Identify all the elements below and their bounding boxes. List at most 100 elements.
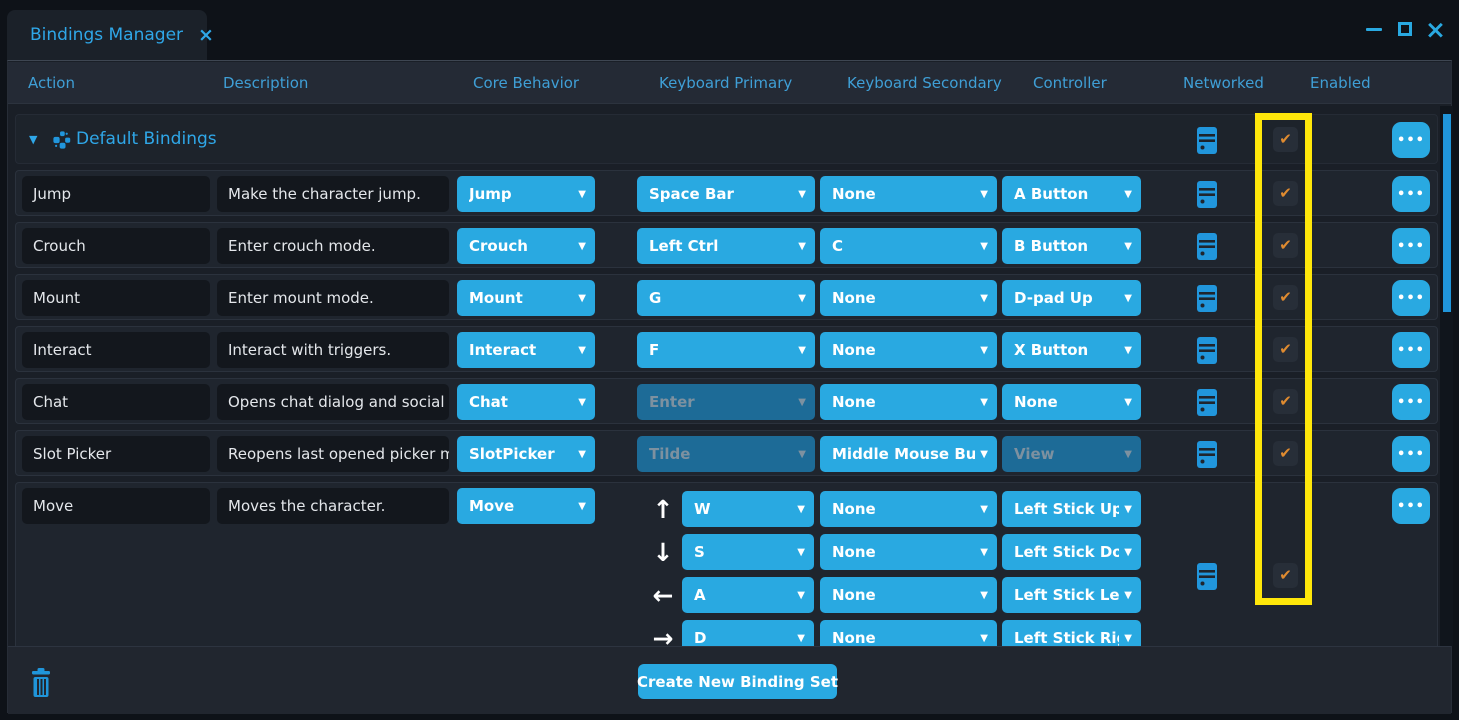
titlebar: Bindings Manager × × <box>0 0 1459 60</box>
description-field[interactable]: Enter mount mode. <box>217 280 449 316</box>
controller-dropdown[interactable]: View ▼ <box>1002 436 1141 472</box>
core-behavior-dropdown[interactable]: SlotPicker ▼ <box>457 436 595 472</box>
keyboard-secondary-dropdown[interactable]: None ▼ <box>820 384 997 420</box>
core-behavior-dropdown[interactable]: Interact ▼ <box>457 332 595 368</box>
controller-dropdown[interactable]: D-pad Up ▼ <box>1002 280 1141 316</box>
axis-key-dropdown[interactable]: D ▼ <box>682 620 814 646</box>
axis-secondary-dropdown[interactable]: None ▼ <box>820 577 997 613</box>
action-field[interactable]: Jump <box>22 176 210 212</box>
ellipsis-icon: ••• <box>1397 396 1425 409</box>
window-close-button[interactable]: × <box>1427 21 1444 38</box>
networked-server-icon[interactable] <box>1197 441 1217 468</box>
window-maximize-button[interactable] <box>1396 21 1413 38</box>
networked-server-icon[interactable] <box>1197 337 1217 364</box>
core-behavior-dropdown[interactable]: Crouch ▼ <box>457 228 595 264</box>
axis-controller-dropdown[interactable]: Left Stick Down ▼ <box>1002 534 1141 570</box>
keyboard-primary-dropdown[interactable]: F ▼ <box>637 332 815 368</box>
chevron-down-icon: ▼ <box>1124 590 1132 601</box>
controller-dropdown[interactable]: X Button ▼ <box>1002 332 1141 368</box>
keyboard-primary-dropdown[interactable]: Space Bar ▼ <box>637 176 815 212</box>
keyboard-primary-dropdown[interactable]: Left Ctrl ▼ <box>637 228 815 264</box>
dropdown-value: Enter <box>649 393 793 411</box>
axis-controller-dropdown[interactable]: Left Stick Left ▼ <box>1002 577 1141 613</box>
description-field[interactable]: Opens chat dialog and social me <box>217 384 449 420</box>
networked-server-icon[interactable] <box>1197 181 1217 208</box>
row-menu-button[interactable]: ••• <box>1392 384 1430 420</box>
description-field[interactable]: Interact with triggers. <box>217 332 449 368</box>
chevron-down-icon: ▼ <box>578 241 586 252</box>
controller-dropdown[interactable]: None ▼ <box>1002 384 1141 420</box>
dropdown-value: None <box>832 629 975 646</box>
keyboard-secondary-dropdown[interactable]: Middle Mouse Button ▼ <box>820 436 997 472</box>
enabled-checkbox[interactable]: ✔ <box>1273 285 1298 310</box>
keyboard-primary-dropdown[interactable]: Enter ▼ <box>637 384 815 420</box>
group-expand-icon[interactable]: ▼ <box>29 115 37 163</box>
column-header-enabled: Enabled <box>1310 62 1371 104</box>
enabled-checkbox[interactable]: ✔ <box>1273 389 1298 414</box>
row-menu-button[interactable]: ••• <box>1392 332 1430 368</box>
keyboard-secondary-dropdown[interactable]: None ▼ <box>820 332 997 368</box>
keyboard-primary-dropdown[interactable]: Tilde ▼ <box>637 436 815 472</box>
row-menu-button[interactable]: ••• <box>1392 122 1430 158</box>
group-row-default-bindings[interactable]: ▼ Default Bindings ✔ <box>15 114 1438 164</box>
enabled-checkbox[interactable]: ✔ <box>1273 181 1298 206</box>
chevron-down-icon: ▼ <box>1124 397 1132 408</box>
chevron-down-icon: ▼ <box>1124 241 1132 252</box>
vertical-scrollbar[interactable] <box>1440 106 1453 646</box>
core-behavior-dropdown[interactable]: Jump ▼ <box>457 176 595 212</box>
window-minimize-button[interactable] <box>1365 21 1382 38</box>
chevron-down-icon: ▼ <box>797 633 805 644</box>
action-field[interactable]: Crouch <box>22 228 210 264</box>
keyboard-secondary-dropdown[interactable]: None ▼ <box>820 176 997 212</box>
keyboard-secondary-dropdown[interactable]: None ▼ <box>820 280 997 316</box>
keyboard-secondary-dropdown[interactable]: C ▼ <box>820 228 997 264</box>
row-menu-button[interactable]: ••• <box>1392 176 1430 212</box>
axis-secondary-dropdown[interactable]: None ▼ <box>820 620 997 646</box>
axis-secondary-dropdown[interactable]: None ▼ <box>820 491 997 527</box>
axis-key-dropdown[interactable]: S ▼ <box>682 534 814 570</box>
column-header-controller: Controller <box>1033 62 1107 104</box>
enabled-checkbox[interactable]: ✔ <box>1273 127 1298 152</box>
dropdown-value: Left Ctrl <box>649 237 793 255</box>
keyboard-primary-dropdown[interactable]: G ▼ <box>637 280 815 316</box>
axis-controller-dropdown[interactable]: Left Stick Up ▼ <box>1002 491 1141 527</box>
networked-server-icon[interactable] <box>1197 233 1217 260</box>
action-field[interactable]: Interact <box>22 332 210 368</box>
controller-dropdown[interactable]: B Button ▼ <box>1002 228 1141 264</box>
action-field[interactable]: Slot Picker <box>22 436 210 472</box>
scrollbar-thumb[interactable] <box>1443 114 1451 312</box>
description-field[interactable]: Reopens last opened picker mer <box>217 436 449 472</box>
delete-binding-set-button[interactable] <box>28 668 54 698</box>
ellipsis-icon: ••• <box>1397 448 1425 461</box>
action-field[interactable]: Chat <box>22 384 210 420</box>
networked-server-icon[interactable] <box>1197 389 1217 416</box>
enabled-checkbox[interactable]: ✔ <box>1273 441 1298 466</box>
description-field[interactable]: Make the character jump. <box>217 176 449 212</box>
networked-server-icon[interactable] <box>1197 285 1217 312</box>
controller-dropdown[interactable]: A Button ▼ <box>1002 176 1141 212</box>
core-behavior-dropdown[interactable]: Chat ▼ <box>457 384 595 420</box>
enabled-checkbox[interactable]: ✔ <box>1273 337 1298 362</box>
description-field[interactable]: Enter crouch mode. <box>217 228 449 264</box>
row-menu-button[interactable]: ••• <box>1392 228 1430 264</box>
axis-controller-dropdown[interactable]: Left Stick Right ▼ <box>1002 620 1141 646</box>
tab-close-icon[interactable]: × <box>198 26 214 45</box>
core-behavior-dropdown[interactable]: Mount ▼ <box>457 280 595 316</box>
chevron-down-icon: ▼ <box>1124 345 1132 356</box>
networked-server-icon[interactable] <box>1197 563 1217 590</box>
axis-secondary-dropdown[interactable]: None ▼ <box>820 534 997 570</box>
axis-key-dropdown[interactable]: W ▼ <box>682 491 814 527</box>
axis-key-dropdown[interactable]: A ▼ <box>682 577 814 613</box>
binding-row: Jump Make the character jump. Jump ▼ Spa… <box>15 170 1438 216</box>
direction-arrow-icon: ← <box>648 577 678 613</box>
chevron-down-icon: ▼ <box>1124 547 1132 558</box>
action-field[interactable]: Mount <box>22 280 210 316</box>
enabled-checkbox[interactable]: ✔ <box>1273 563 1298 588</box>
create-new-binding-set-button[interactable]: Create New Binding Set <box>638 664 837 699</box>
row-menu-button[interactable]: ••• <box>1392 488 1430 524</box>
row-menu-button[interactable]: ••• <box>1392 436 1430 472</box>
enabled-checkbox[interactable]: ✔ <box>1273 233 1298 258</box>
tab-bindings-manager[interactable]: Bindings Manager × <box>7 10 207 60</box>
networked-server-icon[interactable] <box>1197 127 1217 154</box>
row-menu-button[interactable]: ••• <box>1392 280 1430 316</box>
